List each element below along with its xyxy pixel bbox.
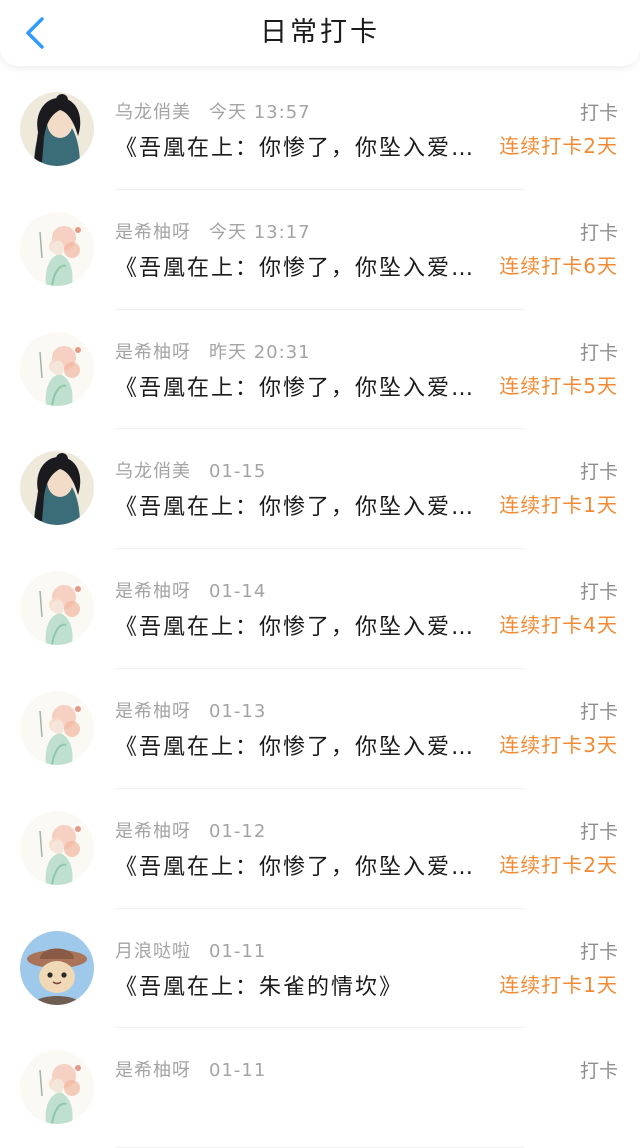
book-title: 《吾凰在上：你惨了，你坠入爱河了》 bbox=[115, 136, 485, 161]
book-title: 《吾凰在上：你惨了，你坠入爱河了》 bbox=[115, 375, 485, 401]
meta-line: 是希柚呀 今天 13:17 bbox=[115, 218, 311, 244]
meta-line: 是希柚呀 01-14 bbox=[115, 577, 266, 603]
avatar-portrait-flowers[interactable] bbox=[20, 571, 94, 646]
checkin-tag: 打卡 bbox=[579, 102, 618, 124]
timestamp: 01-14 bbox=[209, 581, 267, 603]
streak-badge: 连续打卡4天 bbox=[499, 613, 618, 638]
avatar-portrait-flowers[interactable] bbox=[20, 1050, 94, 1125]
list-item[interactable]: 月浪哒啦 01-11 《吾凰在上：朱雀的情坎》 打卡 连续打卡1天 bbox=[0, 909, 640, 1029]
header-bar: 日常打卡 bbox=[0, 0, 640, 66]
list-item[interactable]: 乌龙俏美 今天 13:57 《吾凰在上：你惨了，你坠入爱河了》 打卡 连续打卡2天 bbox=[0, 70, 640, 190]
list-item[interactable]: 是希柚呀 01-12 《吾凰在上：你惨了，你坠入爱河了》 打卡 连续打卡2天 bbox=[0, 789, 640, 909]
meta-line: 乌龙俏美 01-15 bbox=[115, 457, 266, 483]
checkin-tag: 打卡 bbox=[579, 940, 618, 963]
username[interactable]: 是希柚呀 bbox=[115, 1060, 191, 1081]
meta-line: 乌龙俏美 今天 13:57 bbox=[115, 98, 311, 124]
username[interactable]: 是希柚呀 bbox=[115, 701, 191, 722]
list-item[interactable]: 乌龙俏美 01-15 《吾凰在上：你惨了，你坠入爱河了》 打卡 连续打卡1天 bbox=[0, 429, 640, 549]
streak-badge: 连续打卡2天 bbox=[499, 134, 618, 158]
avatar-portrait-flowers[interactable] bbox=[20, 810, 94, 885]
book-title: 《吾凰在上：你惨了，你坠入爱河了》 bbox=[115, 615, 485, 641]
streak-badge: 连续打卡1天 bbox=[499, 972, 618, 997]
username[interactable]: 乌龙俏美 bbox=[115, 102, 191, 123]
checkin-tag: 打卡 bbox=[579, 1060, 618, 1083]
username[interactable]: 是希柚呀 bbox=[115, 821, 191, 842]
page-title: 日常打卡 bbox=[260, 17, 380, 48]
book-title: 《吾凰在上：你惨了，你坠入爱河了》 bbox=[115, 734, 485, 760]
list-item[interactable]: 是希柚呀 昨天 20:31 《吾凰在上：你惨了，你坠入爱河了》 打卡 连续打卡5天 bbox=[0, 310, 640, 430]
avatar-portrait-flowers[interactable] bbox=[20, 690, 94, 765]
username[interactable]: 是希柚呀 bbox=[115, 581, 191, 602]
timestamp: 01-15 bbox=[209, 461, 267, 483]
timestamp: 01-11 bbox=[209, 940, 267, 962]
book-title: 《吾凰在上：你惨了，你坠入爱河了》 bbox=[115, 255, 485, 281]
streak-badge: 连续打卡5天 bbox=[499, 373, 618, 398]
book-title: 《吾凰在上：你惨了，你坠入爱河了》 bbox=[115, 495, 485, 521]
checkin-tag: 打卡 bbox=[579, 221, 618, 244]
checkin-tag: 打卡 bbox=[579, 461, 618, 484]
username[interactable]: 月浪哒啦 bbox=[115, 941, 191, 962]
timestamp: 今天 13:57 bbox=[209, 102, 311, 123]
timestamp: 昨天 20:31 bbox=[209, 341, 311, 363]
timestamp: 01-12 bbox=[209, 820, 267, 842]
meta-line: 是希柚呀 01-11 bbox=[115, 1056, 266, 1082]
meta-line: 是希柚呀 昨天 20:31 bbox=[115, 338, 311, 364]
avatar-cartoon-cat-hat[interactable] bbox=[20, 930, 94, 1005]
timestamp: 01-13 bbox=[209, 700, 267, 722]
book-title: 《吾凰在上：朱雀的情坎》 bbox=[115, 974, 404, 1000]
avatar-portrait-flowers[interactable] bbox=[20, 211, 94, 286]
meta-line: 月浪哒啦 01-11 bbox=[115, 937, 266, 963]
username[interactable]: 是希柚呀 bbox=[115, 222, 191, 243]
meta-line: 是希柚呀 01-13 bbox=[115, 697, 266, 723]
avatar-portrait-dark-hair[interactable] bbox=[20, 451, 94, 526]
checkin-tag: 打卡 bbox=[579, 820, 618, 843]
username[interactable]: 是希柚呀 bbox=[115, 342, 191, 363]
timestamp: 01-11 bbox=[209, 1060, 267, 1082]
meta-line: 是希柚呀 01-12 bbox=[115, 817, 266, 843]
list-item[interactable]: 是希柚呀 01-14 《吾凰在上：你惨了，你坠入爱河了》 打卡 连续打卡4天 bbox=[0, 549, 640, 669]
list-item[interactable]: 是希柚呀 今天 13:17 《吾凰在上：你惨了，你坠入爱河了》 打卡 连续打卡6天 bbox=[0, 190, 640, 310]
checkin-list: 乌龙俏美 今天 13:57 《吾凰在上：你惨了，你坠入爱河了》 打卡 连续打卡2天… bbox=[0, 70, 640, 1148]
avatar-portrait-flowers[interactable] bbox=[20, 331, 94, 406]
streak-badge: 连续打卡1天 bbox=[499, 493, 618, 518]
book-title: 《吾凰在上：你惨了，你坠入爱河了》 bbox=[115, 854, 485, 880]
checkin-tag: 打卡 bbox=[579, 581, 618, 604]
checkin-tag: 打卡 bbox=[579, 341, 618, 364]
list-item[interactable]: 是希柚呀 01-11 打卡 bbox=[0, 1028, 640, 1148]
streak-badge: 连续打卡2天 bbox=[499, 852, 618, 877]
list-item[interactable]: 是希柚呀 01-13 《吾凰在上：你惨了，你坠入爱河了》 打卡 连续打卡3天 bbox=[0, 669, 640, 789]
avatar-portrait-dark-hair[interactable] bbox=[20, 92, 94, 166]
timestamp: 今天 13:17 bbox=[209, 221, 311, 243]
streak-badge: 连续打卡3天 bbox=[499, 732, 618, 757]
checkin-tag: 打卡 bbox=[579, 700, 618, 723]
username[interactable]: 乌龙俏美 bbox=[115, 461, 191, 482]
streak-badge: 连续打卡6天 bbox=[499, 253, 618, 278]
